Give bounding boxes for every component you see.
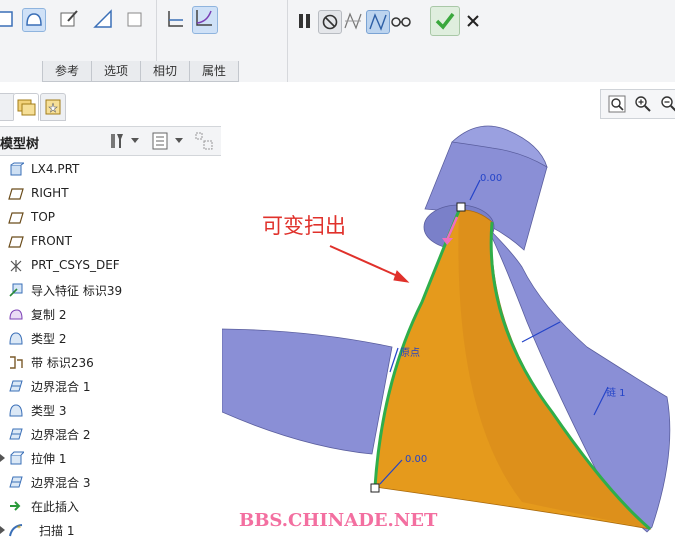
datum-plane-icon [8,210,24,226]
tree-item-top[interactable]: TOP [0,206,221,230]
svg-text:*: * [17,524,21,533]
boundary-blend-icon [8,474,24,490]
tree-item-type2[interactable]: 类型 2 [0,326,221,350]
verify-glasses-icon[interactable] [390,10,412,32]
tree-item-label: 导入特征 标识39 [31,284,123,298]
model-view[interactable] [222,82,675,542]
tree-item-label: RIGHT [31,186,69,200]
thicken-icon[interactable] [124,8,146,30]
tree-item-label: LX4.PRT [31,162,80,176]
tree-item-label: PRT_CSYS_DEF [31,258,120,272]
tree-item-front[interactable]: FRONT [0,230,221,254]
origin-label[interactable]: 原点 [400,344,420,359]
import-feature-icon [8,282,24,298]
tree-item-right[interactable]: RIGHT [0,182,221,206]
graphics-window[interactable]: 可变扫出 0.00 0.00 原点 链 1 BBS.CHINADE.NET [222,82,675,542]
model-tree-title: 模型树 [0,137,40,152]
end-point-handle[interactable] [370,483,380,493]
tree-item-label: 带 标识236 [31,356,94,370]
zoom-in-icon[interactable] [633,94,653,117]
tree-item-label: 边界混合 2 [31,428,91,442]
tab-properties[interactable]: 属性 [189,61,240,82]
expand-arrow-icon[interactable] [0,454,5,462]
refit-icon[interactable] [607,94,627,117]
tree-item-band[interactable]: 带 标识236 [0,350,221,374]
tab-tangency[interactable]: 相切 [140,61,191,82]
tree-item-import[interactable]: 导入特征 标识39 [0,278,221,302]
start-point-handle[interactable] [456,202,466,212]
tree-item-boundary-blend-3[interactable]: 边界混合 3 [0,470,221,494]
tree-item-insert-here[interactable]: 在此插入 [0,494,221,518]
chain-label[interactable]: 链 1 [606,384,626,399]
tree-filter-icon[interactable] [194,131,214,154]
variable-section-icon[interactable] [192,6,218,34]
cancel-button[interactable] [462,10,484,32]
boundary-blend-icon [8,378,24,394]
boundary-blend-icon [8,426,24,442]
folder-browser-tab[interactable] [13,93,39,121]
surface-icon [8,402,24,418]
dimension-top[interactable]: 0.00 [480,173,502,184]
model-tree-header: 模型树 [0,126,221,156]
tab-references[interactable]: 参考 [42,61,93,82]
copy-icon [8,306,24,322]
tree-item-label: 拉伸 1 [31,452,67,466]
tree-item-csys[interactable]: PRT_CSYS_DEF [0,254,221,278]
zoom-out-icon[interactable] [659,94,675,117]
constant-section-icon[interactable] [164,8,186,30]
tree-item-label: 类型 3 [31,404,67,418]
part-icon [8,162,26,178]
tree-item-label: 在此插入 [31,500,80,514]
sweep-icon: * [8,522,24,538]
tree-item-label: 类型 2 [31,332,67,346]
extrude-icon [8,450,26,466]
expand-arrow-icon[interactable] [0,526,5,534]
tree-item-label: 扫描 1 [39,524,75,538]
flat-surface [222,328,393,455]
geometry-preview-icon[interactable] [342,10,364,32]
tree-settings-icon[interactable] [107,131,127,154]
show-columns-icon[interactable] [150,131,170,154]
watermark: BBS.CHINADE.NET [239,510,438,531]
tree-item-boundary-blend-1[interactable]: 边界混合 1 [0,374,221,398]
tree-item-boundary-blend-2[interactable]: 边界混合 2 [0,422,221,446]
tree-item-copy[interactable]: 复制 2 [0,302,221,326]
tree-item-label: 边界混合 1 [31,380,91,394]
surface-icon [8,330,24,346]
tree-item-label: 边界混合 3 [31,476,91,490]
datum-plane-icon [8,186,24,202]
remove-material-icon[interactable] [92,8,114,30]
confirm-button[interactable] [430,6,460,36]
feature-preview-icon[interactable] [366,10,390,34]
tree-settings-dropdown-icon[interactable] [131,138,139,143]
dashboard-tabs: 参考 选项 相切 属性 [42,61,240,82]
csys-icon [8,258,24,274]
sketch-edit-icon[interactable] [58,8,80,30]
no-preview-icon[interactable] [318,10,342,34]
dashboard-ribbon: 参考 选项 相切 属性 [0,0,675,83]
pause-icon[interactable] [294,10,316,32]
datum-plane-icon [8,234,24,250]
tree-item-sweep-1[interactable]: * 扫描 1 [0,518,221,542]
tree-item-label: FRONT [31,234,72,248]
tree-item-extrude-1[interactable]: 拉伸 1 [0,446,221,470]
show-dropdown-icon[interactable] [175,138,183,143]
insert-here-icon [8,498,24,514]
favorites-tab[interactable] [40,93,66,121]
dimension-bottom[interactable]: 0.00 [405,454,427,465]
tree-item-type3[interactable]: 类型 3 [0,398,221,422]
solid-icon[interactable] [0,8,16,30]
tree-item-label: 复制 2 [31,308,67,322]
navigator-tabs [0,93,222,123]
surface-toggle-icon[interactable] [22,8,46,32]
tree-item-label: TOP [31,210,56,224]
band-icon [8,354,24,370]
view-toolbar [600,89,675,119]
tab-options[interactable]: 选项 [91,61,142,82]
tree-item-part[interactable]: LX4.PRT [0,158,221,182]
callout-text: 可变扫出 [262,214,346,238]
